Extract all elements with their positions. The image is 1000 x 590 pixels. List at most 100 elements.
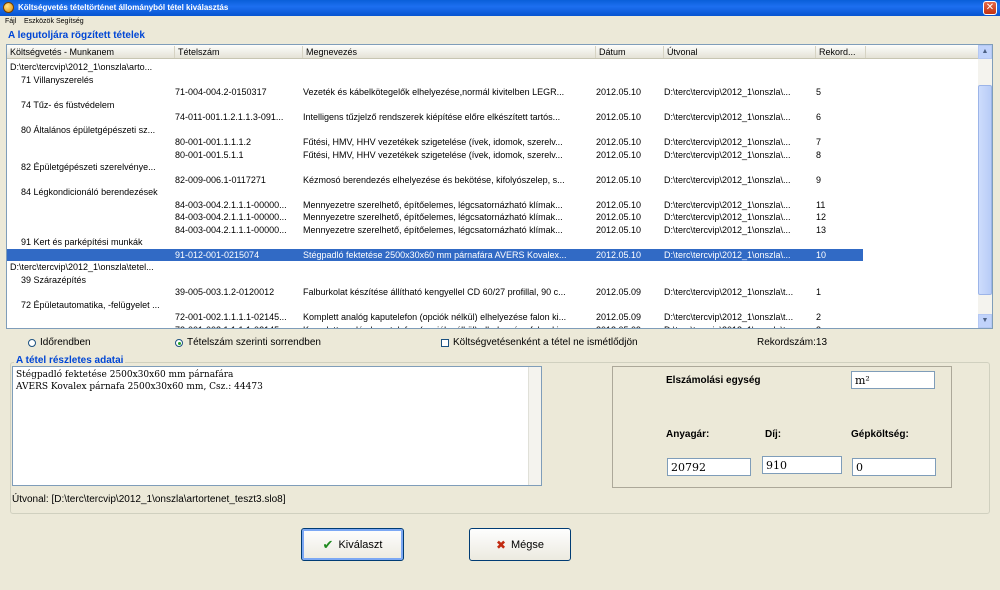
select-button[interactable]: ✔ Kiválaszt	[301, 528, 404, 561]
material-price-field[interactable]: 20792	[667, 458, 751, 476]
row-cell-name: Intelligens tűzjelző rendszerek kiépítés…	[303, 112, 561, 122]
table-row[interactable]: D:\terc\tercvip\2012_1\onszla\arto...	[7, 61, 863, 73]
row-cell-rec: 6	[816, 112, 822, 122]
machine-cost-label: Gépköltség:	[851, 429, 909, 440]
row-cell-path: D:\terc\tercvip\2012_1\onszla\...	[664, 224, 791, 235]
row-cell-path: D:\terc\tercvip\2012_1\onszla\...	[664, 137, 791, 147]
row-cell-name: Mennyezetre szerelhető, építőelemes, lég…	[303, 212, 563, 222]
row-cell-code: 80-001-001.5.1.1	[175, 149, 244, 160]
row-cell-path: D:\terc\tercvip\2012_1\onszla\t...	[664, 312, 794, 322]
row-cell-rec: 12	[816, 212, 827, 222]
table-row[interactable]: 82 Épületgépészeti szerelvénye...	[7, 161, 863, 173]
row-cell-date: 2012.05.10	[596, 212, 642, 222]
list-vertical-scrollbar[interactable]: ▲ ▼	[978, 45, 992, 328]
column-header-record[interactable]: Rekord...	[816, 46, 866, 58]
detail-line: Stégpadló fektetése 2500x30x60 mm párnaf…	[16, 370, 234, 380]
detail-section-title: A tétel részletes adatai	[14, 355, 126, 366]
radio-icon[interactable]	[28, 338, 36, 347]
row-cell-rec: 2	[816, 312, 822, 322]
table-row[interactable]: 72-001-002.1.1.1.1-02145...Komplett anal…	[7, 324, 863, 329]
row-cell-rec: 5	[816, 87, 822, 97]
column-header-code[interactable]: Tételszám	[175, 46, 303, 58]
scroll-thumb[interactable]	[978, 85, 992, 295]
table-row[interactable]: 84-003-004.2.1.1.1-00000... Mennyezetre s…	[7, 224, 863, 236]
row-cell-name: Kézmosó berendezés elhelyezése és beköté…	[303, 174, 565, 185]
row-cell-path: D:\terc\tercvip\2012_1\onszla\t...	[664, 324, 814, 329]
detail-line: AVERS Kovalex párnafa 2500x30x60 mm, Csz…	[16, 382, 263, 392]
table-row[interactable]: 71 Villanyszerelés	[7, 74, 863, 86]
fee-field[interactable]: 910	[762, 456, 842, 474]
table-row[interactable]: 80-001-001.5.1.1 Fűtési, HMV, HHV vezeték…	[7, 149, 863, 161]
row-cell-code: 72-001-002.1.1.1.1-02145...	[175, 312, 287, 322]
table-row[interactable]: 72-001-002.1.1.1.1-02145...Komplett anal…	[7, 311, 863, 323]
row-cell-name: Fűtési, HMV, HHV vezetékek szigetelése (…	[303, 149, 563, 160]
row-cell-code: 82-009-006.1-0117271	[175, 174, 266, 185]
table-row[interactable]: 84-003-004.2.1.1.1-00000... Mennyezetre s…	[7, 199, 863, 211]
row-cell-rec: 8	[816, 149, 822, 160]
table-row[interactable]: D:\terc\tercvip\2012_1\onszla\tetel...	[7, 261, 863, 273]
row-cell-code: 84-003-004.2.1.1.1-00000...	[175, 199, 287, 210]
row-group-label: 80 Általános épületgépészeti sz...	[21, 124, 156, 135]
row-cell-date: 2012.05.10	[596, 112, 642, 122]
row-cell-date: 2012.05.09	[596, 324, 662, 329]
table-row[interactable]: 82-009-006.1-0117271 Kézmosó berendezés e…	[7, 174, 863, 186]
scroll-up-icon[interactable]: ▲	[978, 45, 992, 59]
checkbox-icon[interactable]	[441, 338, 449, 347]
row-group-label: 82 Épületgépészeti szerelvénye...	[21, 162, 156, 172]
window-close-button[interactable]: ✕	[983, 1, 997, 15]
row-cell-rec: 11	[816, 199, 826, 210]
machine-cost-field[interactable]: 0	[852, 458, 936, 476]
unit-field[interactable]: m²	[851, 371, 935, 389]
column-header-date[interactable]: Dátum	[596, 46, 664, 58]
history-listview[interactable]: Költségvetés - Munkanem Tételszám Megnev…	[6, 44, 993, 329]
table-row[interactable]: 80 Általános épületgépészeti sz...	[7, 124, 863, 136]
row-cell-code: 72-001-002.1.1.1.1-02145...	[175, 324, 301, 329]
sort-by-code-option[interactable]: Tételszám szerinti sorrendben	[175, 337, 321, 348]
column-header-budget[interactable]: Költségvetés - Munkanem	[7, 46, 175, 58]
row-group-label: 39 Szárazépítés	[21, 274, 87, 285]
check-icon: ✔	[322, 536, 334, 552]
row-group-label: 84 Légkondicionáló berendezések	[21, 187, 158, 197]
sort-by-time-label: Időrendben	[40, 337, 91, 348]
table-row[interactable]: 91 Kert és parképítési munkák	[7, 236, 863, 248]
select-button-label: Kiválaszt	[338, 538, 383, 551]
table-row[interactable]: 39 Szárazépítés	[7, 274, 863, 286]
no-repeat-option[interactable]: Költségvetésenként a tétel ne ismétlődjö…	[441, 337, 638, 348]
table-row[interactable]: 74 Tűz- és füstvédelem	[7, 99, 863, 111]
table-row[interactable]: 91-012-001-0215074 Stégpadló fektetése 25…	[7, 248, 863, 261]
app-icon	[3, 2, 14, 13]
scroll-down-icon[interactable]: ▼	[978, 314, 992, 328]
row-cell-path: D:\terc\tercvip\2012_1\onszla\...	[664, 249, 791, 260]
menubar: Fájl Eszközök Segítség	[0, 16, 1000, 28]
row-cell-name: Fűtési, HMV, HHV vezetékek szigetelése (…	[303, 137, 563, 147]
price-panel: Elszámolási egység m² Anyagár: Díj: Gépk…	[612, 366, 952, 488]
row-group-label: 74 Tűz- és füstvédelem	[21, 99, 115, 110]
table-row[interactable]: 71-004-004.2-0150317 Vezeték és kábelköte…	[7, 86, 863, 98]
row-group-label: D:\terc\tercvip\2012_1\onszla\tetel...	[10, 262, 154, 272]
menu-file[interactable]: Fájl	[5, 18, 16, 25]
table-row[interactable]: 84-003-004.2.1.1.1-00000... Mennyezetre s…	[7, 211, 863, 223]
menu-tools[interactable]: Eszközök	[24, 18, 54, 25]
menu-help[interactable]: Segítség	[56, 18, 84, 25]
column-header-path[interactable]: Útvonal	[664, 46, 816, 58]
row-cell-code: 74-011-001.1.2.1.1.3-091...	[175, 112, 284, 122]
row-cell-date: 2012.05.10	[596, 249, 642, 260]
row-cell-date: 2012.05.09	[596, 287, 642, 297]
column-header-name[interactable]: Megnevezés	[303, 46, 596, 58]
row-cell-date: 2012.05.10	[596, 224, 642, 235]
table-row[interactable]: 39-005-003.1.2-0120012 Falburkolat készít…	[7, 286, 863, 298]
cancel-button[interactable]: ✖ Mégse	[469, 528, 571, 561]
table-row[interactable]: 72 Épületautomatika, -felügyelet ...	[7, 299, 863, 311]
row-cell-rec: 9	[816, 174, 822, 185]
cancel-button-label: Mégse	[511, 538, 545, 551]
table-row[interactable]: 74-011-001.1.2.1.1.3-091... Intelligens t…	[7, 111, 863, 123]
radio-checked-icon[interactable]	[175, 338, 183, 347]
sort-by-time-option[interactable]: Időrendben	[28, 337, 91, 348]
detail-memo[interactable]: Stégpadló fektetése 2500x30x60 mm párnaf…	[12, 366, 542, 486]
row-cell-path: D:\terc\tercvip\2012_1\onszla\...	[664, 174, 791, 185]
row-cell-date: 2012.05.10	[596, 174, 642, 185]
table-row[interactable]: 84 Légkondicionáló berendezések	[7, 186, 863, 198]
memo-scrollbar[interactable]	[528, 367, 541, 485]
row-cell-name: Mennyezetre szerelhető, építőelemes, lég…	[303, 224, 563, 235]
table-row[interactable]: 80-001-001.1.1.1.2 Fűtési, HMV, HHV vezet…	[7, 136, 863, 148]
